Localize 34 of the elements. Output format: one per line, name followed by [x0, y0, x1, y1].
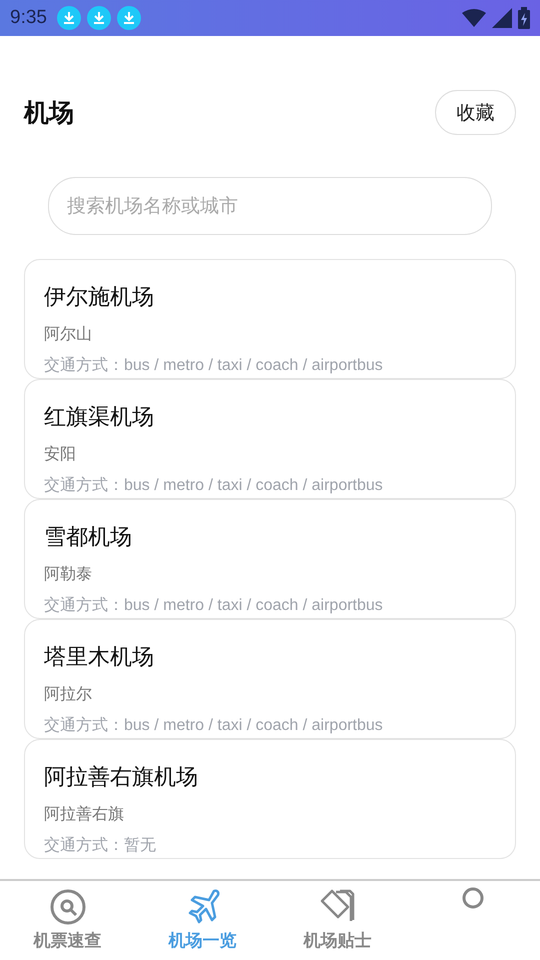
transport-info: 交通方式：暂无 [44, 836, 157, 856]
favorites-button[interactable]: 收藏 [435, 90, 516, 135]
airport-card[interactable]: 塔里木机场 阿拉尔 交通方式：bus / metro / taxi / coach / airportbus [24, 619, 516, 739]
airport-name: 塔里木机场 [44, 644, 155, 672]
battery-icon [518, 7, 530, 29]
nav-tab[interactable]: 机票速查 [0, 881, 135, 960]
search-icon [48, 887, 88, 927]
airport-name: 红旗渠机场 [44, 404, 155, 432]
airport-card[interactable]: 红旗渠机场 安阳 交通方式：bus / metro / taxi / coach / airportbus [24, 379, 516, 499]
page-title: 机场 [24, 97, 74, 129]
search-field[interactable]: 搜索机场名称或城市 [48, 177, 492, 235]
airport-city: 安阳 [44, 444, 77, 465]
airport-city: 阿尔山 [44, 324, 93, 345]
airport-name: 伊尔施机场 [44, 284, 155, 312]
airport-name: 雪都机场 [44, 524, 133, 552]
transport-info: 交通方式：bus / metro / taxi / coach / airportbus [44, 716, 384, 736]
transport-info: 交通方式：bus / metro / taxi / coach / airportbus [44, 476, 384, 496]
status-time: 9:35 [10, 7, 47, 29]
airport-city: 阿拉善右旗 [44, 804, 125, 825]
download-icon [56, 6, 81, 30]
transport-info: 交通方式：bus / metro / taxi / coach / airportbus [44, 596, 384, 616]
signal-icon [492, 8, 512, 28]
airport-card[interactable]: 雪都机场 阿勒泰 交通方式：bus / metro / taxi / coach / airportbus [24, 499, 516, 619]
download-icon [116, 6, 141, 30]
nav-tab[interactable]: 机场贴士 [270, 881, 405, 960]
airport-name: 阿拉善右旗机场 [44, 764, 199, 792]
airport-card[interactable]: 伊尔施机场 阿尔山 交通方式：bus / metro / taxi / coach / airportbus [24, 259, 516, 379]
profile-icon [462, 887, 484, 909]
airport-city: 阿勒泰 [44, 564, 93, 585]
download-icon [86, 6, 111, 30]
airport-city: 阿拉尔 [44, 684, 93, 705]
wifi-icon [462, 9, 486, 27]
transport-info: 交通方式：bus / metro / taxi / coach / airportbus [44, 356, 384, 376]
airport-card[interactable]: 阿拉善右旗机场 阿拉善右旗 交通方式：暂无 [24, 739, 516, 859]
